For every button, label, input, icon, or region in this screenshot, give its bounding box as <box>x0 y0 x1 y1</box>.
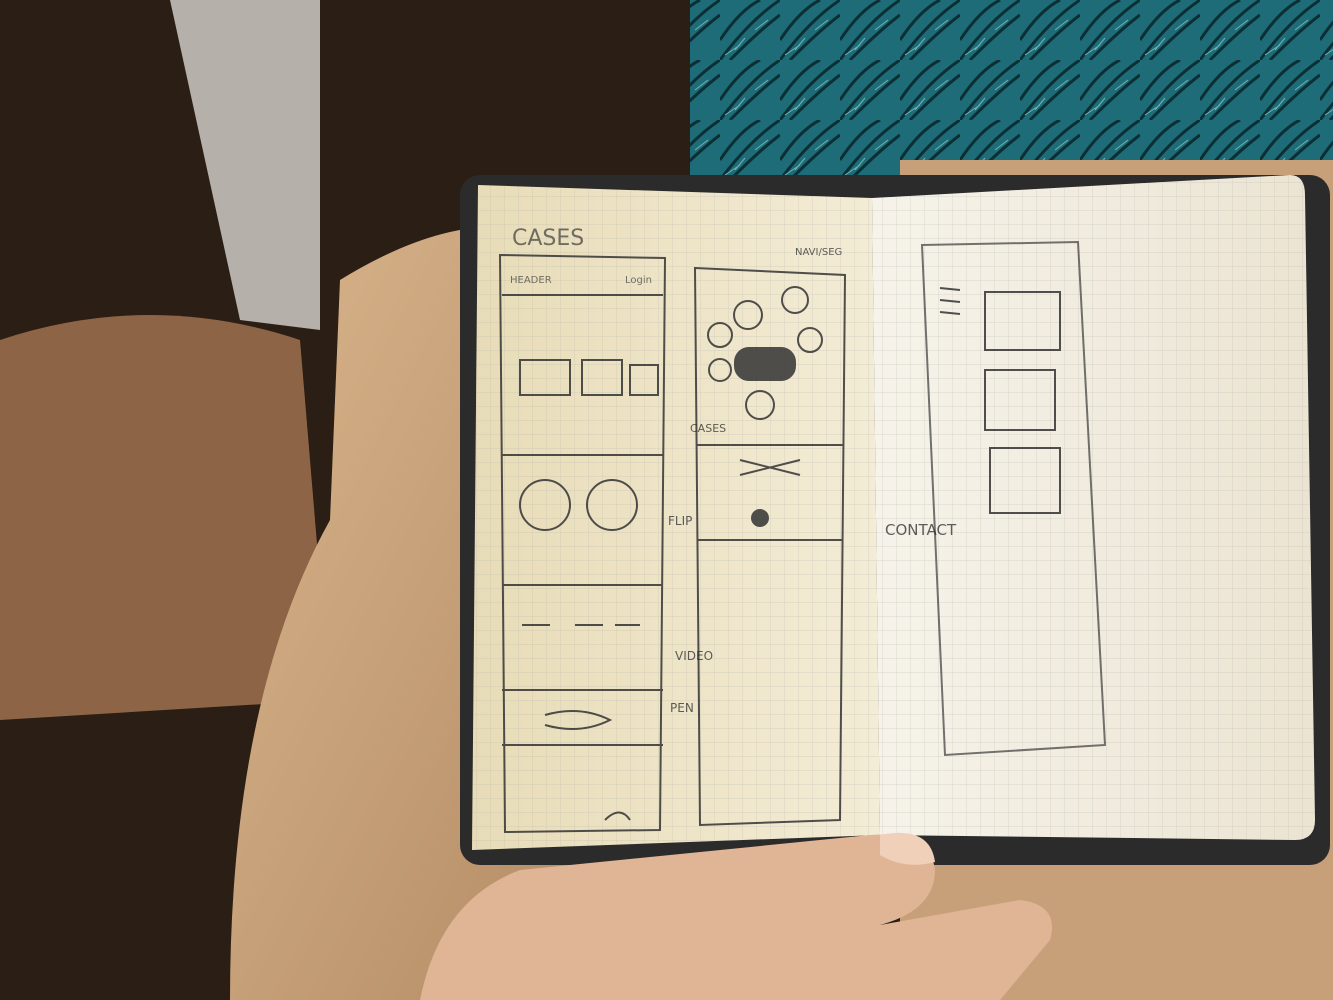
callout-contact: CONTACT <box>885 521 957 539</box>
callout-nav: NAVI/SEG <box>795 247 842 258</box>
callout-cases: CASES <box>690 422 726 435</box>
callout-pen: PEN <box>670 701 694 715</box>
login-label: Login <box>625 275 652 286</box>
right-page <box>872 175 1315 840</box>
callout-video: VIDEO <box>675 649 713 663</box>
callout-flip: FLIP <box>668 514 692 528</box>
header-label: HEADER <box>510 275 552 286</box>
cases-heading: CASES <box>512 226 584 251</box>
notebook-photo: CASES HEADER Login CASES FLIP VIDEO PEN … <box>0 0 1333 1000</box>
